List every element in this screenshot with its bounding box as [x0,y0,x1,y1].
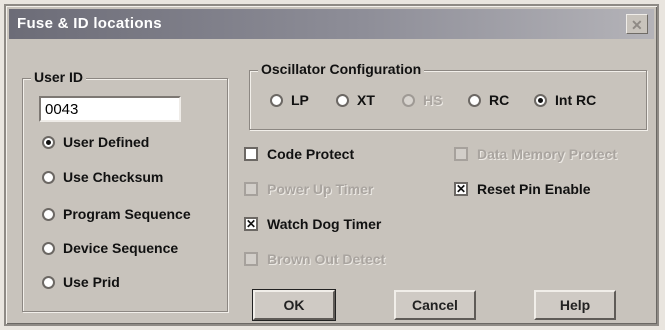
brown-out-detect-checkbox[interactable]: Brown Out Detect [244,251,385,267]
radio-label-program-sequence: Program Sequence [63,206,191,222]
data-memory-protect-checkbox[interactable]: Data Memory Protect [454,146,617,162]
title-bar: Fuse & ID locations ✕ [9,9,654,39]
checkbox-icon [244,182,258,196]
fuse-id-dialog: Fuse & ID locations ✕ User ID User Defin… [4,4,659,326]
radio-button-icon [534,93,547,107]
checkbox-icon [244,147,258,161]
radio-osc-lp[interactable]: LP [270,92,309,108]
radio-label-int-rc: Int RC [555,92,597,108]
radio-use-checksum[interactable]: Use Checksum [42,169,163,185]
reset-pin-enable-checkbox[interactable]: ✕ Reset Pin Enable [454,181,591,197]
user-id-input[interactable] [39,96,181,122]
radio-osc-xt[interactable]: XT [336,92,375,108]
close-icon[interactable]: ✕ [626,14,648,34]
radio-button-icon [42,135,55,149]
radio-osc-int-rc[interactable]: Int RC [534,92,596,108]
radio-button-icon [42,207,55,221]
checkbox-icon [244,252,258,266]
watch-dog-timer-checkbox[interactable]: ✕ Watch Dog Timer [244,216,381,232]
help-button[interactable]: Help [534,290,616,320]
radio-osc-rc[interactable]: RC [468,92,509,108]
window-title: Fuse & ID locations [17,15,162,32]
radio-label-use-prid: Use Prid [63,274,120,290]
data-memory-protect-label: Data Memory Protect [477,146,618,162]
radio-button-icon [402,93,415,107]
cancel-button[interactable]: Cancel [394,290,476,320]
radio-button-icon [42,170,55,184]
watch-dog-timer-label: Watch Dog Timer [267,216,382,232]
reset-pin-enable-label: Reset Pin Enable [477,181,591,197]
radio-button-icon [42,241,55,255]
check-mark-icon: ✕ [454,182,468,196]
radio-button-icon [468,93,481,107]
radio-label-rc: RC [489,92,510,108]
radio-label-xt: XT [357,92,375,108]
checkbox-icon [454,147,468,161]
radio-osc-hs[interactable]: HS [402,92,442,108]
radio-label-device-sequence: Device Sequence [63,240,179,256]
radio-label-use-checksum: Use Checksum [63,169,164,185]
brown-out-detect-label: Brown Out Detect [267,251,386,267]
radio-label-lp: LP [291,92,309,108]
radio-program-sequence[interactable]: Program Sequence [42,206,191,222]
code-protect-checkbox[interactable]: Code Protect [244,146,354,162]
radio-button-icon [42,275,55,289]
radio-label-user-defined: User Defined [63,134,150,150]
radio-user-defined[interactable]: User Defined [42,134,149,150]
power-up-timer-label: Power Up Timer [267,181,374,197]
radio-label-hs: HS [423,92,443,108]
radio-button-icon [336,93,349,107]
radio-use-prid[interactable]: Use Prid [42,274,120,290]
power-up-timer-checkbox[interactable]: Power Up Timer [244,181,373,197]
user-id-label: User ID [31,69,87,85]
ok-button[interactable]: OK [252,289,336,321]
oscillator-label: Oscillator Configuration [258,61,425,77]
radio-device-sequence[interactable]: Device Sequence [42,240,178,256]
code-protect-label: Code Protect [267,146,355,162]
check-mark-icon: ✕ [244,217,258,231]
radio-button-icon [270,93,283,107]
